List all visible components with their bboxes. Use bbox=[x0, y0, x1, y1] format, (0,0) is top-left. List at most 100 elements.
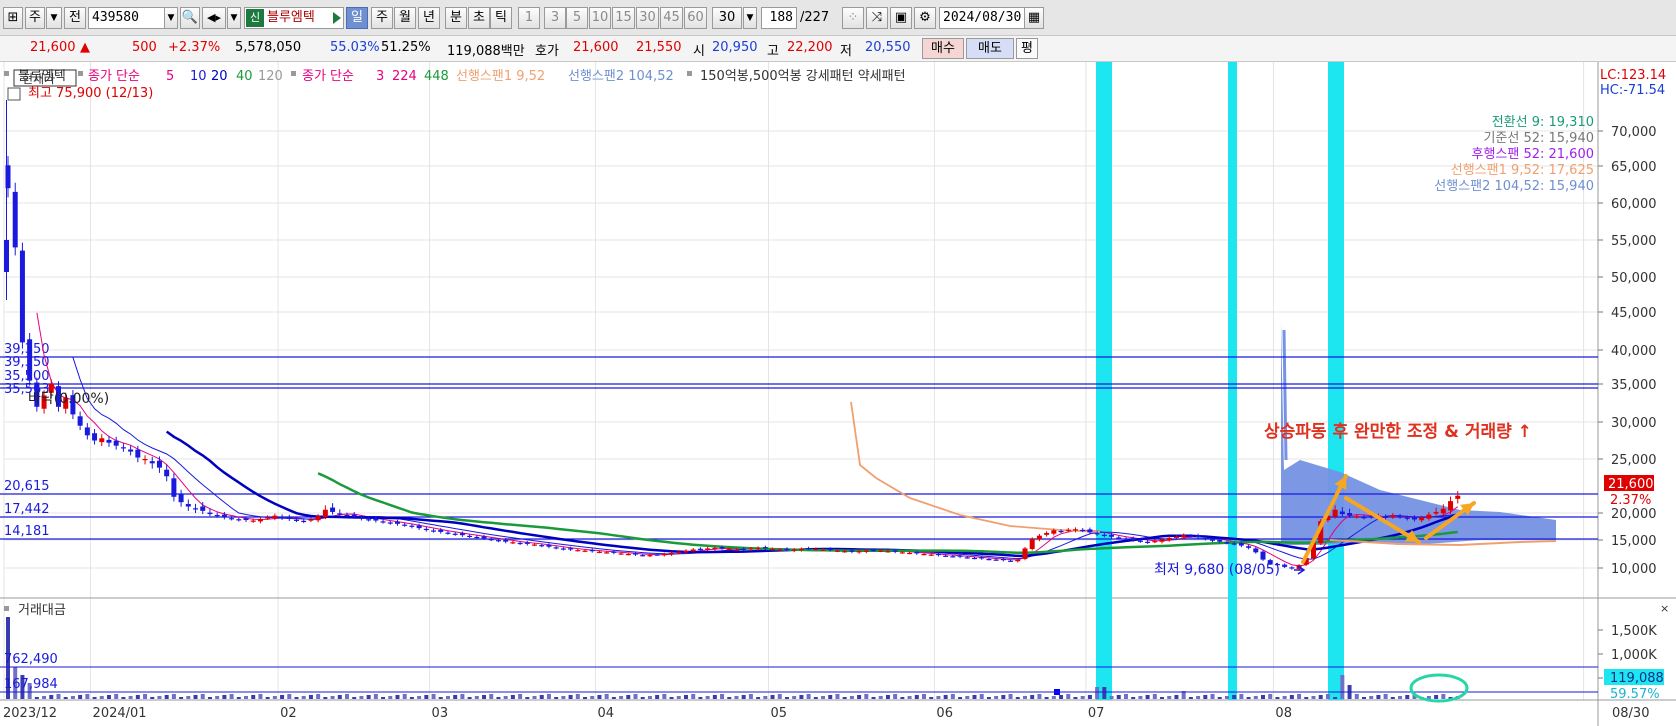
gear-icon[interactable]: ⚙ bbox=[914, 7, 936, 29]
volume-bar bbox=[1253, 696, 1258, 699]
period-type-select[interactable]: 주 bbox=[25, 7, 45, 29]
interval-tab-60[interactable]: 60 bbox=[684, 7, 707, 29]
period-tab-3[interactable]: 년 bbox=[418, 7, 440, 29]
candle-body bbox=[315, 516, 321, 521]
stock-code-input[interactable]: 439580 bbox=[88, 7, 166, 29]
interval-dropdown-icon[interactable]: ▼ bbox=[743, 7, 757, 29]
legend-marker bbox=[291, 71, 296, 76]
period-tab-4[interactable]: 분 bbox=[445, 7, 467, 29]
stock-code-dropdown-icon[interactable]: ▼ bbox=[164, 7, 178, 29]
volume-bar bbox=[366, 695, 371, 699]
volume-bar bbox=[712, 695, 717, 699]
volume-bar bbox=[965, 696, 970, 699]
period-tab-6[interactable]: 틱 bbox=[490, 7, 512, 29]
interval-tab-15[interactable]: 15 bbox=[612, 7, 635, 29]
price-chart[interactable]: 39,35039,35035,50035,56320,61517,44214,1… bbox=[0, 62, 1676, 726]
period-tab-5[interactable]: 초 bbox=[468, 7, 490, 29]
period-type-dropdown-icon[interactable]: ▼ bbox=[46, 7, 62, 29]
interval-tab-10[interactable]: 10 bbox=[589, 7, 611, 29]
volume-bar bbox=[1138, 696, 1143, 699]
candle-body bbox=[834, 550, 840, 552]
period-tab-2[interactable]: 월 bbox=[394, 7, 416, 29]
layout-icon[interactable]: ⊞ bbox=[3, 7, 23, 29]
volume-bar bbox=[236, 697, 241, 699]
candle-body bbox=[286, 516, 292, 519]
candle-body bbox=[986, 559, 992, 561]
interval-tab-30[interactable]: 30 bbox=[636, 7, 659, 29]
prev-button[interactable]: 전 bbox=[64, 7, 86, 29]
volume-bar bbox=[575, 694, 580, 699]
volume-y-tick-label: 1,000K bbox=[1611, 648, 1657, 663]
candle-body bbox=[431, 530, 437, 532]
eval-button[interactable]: 평 bbox=[1016, 38, 1038, 59]
interval-tab-1[interactable]: 1 bbox=[518, 7, 540, 29]
volume-bar bbox=[1297, 694, 1302, 699]
speaker-dropdown-icon[interactable]: ▼ bbox=[227, 7, 241, 29]
trend-icon[interactable]: ⤨ bbox=[866, 7, 888, 29]
current-price-tag: 현재가 bbox=[22, 72, 55, 86]
volume-bar bbox=[1361, 697, 1366, 699]
volume-bar bbox=[1311, 696, 1316, 699]
candle-body bbox=[1383, 516, 1389, 518]
volume-bar bbox=[799, 695, 804, 699]
calendar-small-icon bbox=[7, 87, 21, 101]
volume-bar bbox=[503, 696, 508, 699]
period-tab-0[interactable]: 일 bbox=[346, 7, 368, 29]
volume-bar bbox=[287, 694, 292, 699]
volume-bar bbox=[1102, 687, 1107, 699]
high-label: 고 bbox=[767, 44, 779, 59]
volume-bar bbox=[900, 697, 905, 699]
candle-body bbox=[1000, 558, 1006, 561]
volume-bar bbox=[633, 694, 638, 699]
candle-body bbox=[539, 545, 545, 547]
volume-bar bbox=[1051, 696, 1056, 699]
volume-bar bbox=[1059, 695, 1064, 699]
volume-bar bbox=[215, 696, 220, 699]
volume-bar bbox=[647, 696, 652, 699]
candle-body bbox=[907, 552, 913, 555]
volume-bar bbox=[453, 695, 458, 699]
span1-label: 선행스팬1 9,52 bbox=[456, 68, 545, 84]
stock-name-box[interactable]: 신 블루엠텍 bbox=[244, 7, 344, 29]
candle-body bbox=[1044, 532, 1050, 535]
y-tick-label: 25,000 bbox=[1611, 453, 1657, 468]
low-value: 20,550 bbox=[865, 40, 911, 55]
volume-bar bbox=[1217, 697, 1222, 699]
volume-bar bbox=[1304, 697, 1309, 699]
volume-y-tick-label: 1,500K bbox=[1611, 624, 1657, 639]
volume-bar bbox=[431, 694, 436, 699]
candle-body bbox=[777, 549, 783, 551]
candle-body bbox=[827, 548, 833, 551]
ma-period: 20 bbox=[211, 69, 228, 84]
volume-bar bbox=[1037, 694, 1042, 699]
interval-tab-3[interactable]: 3 bbox=[544, 7, 566, 29]
speaker-icon[interactable]: ◀▸ bbox=[202, 7, 226, 29]
buy-button[interactable]: 매수 bbox=[922, 38, 964, 59]
crosshair-icon[interactable]: ⁘ bbox=[842, 7, 864, 29]
candle-body bbox=[928, 554, 934, 556]
interval-tab-45[interactable]: 45 bbox=[660, 7, 683, 29]
change-value: 500 bbox=[132, 40, 157, 55]
search-icon[interactable]: 🔍 bbox=[180, 7, 200, 29]
interval-tab-5[interactable]: 5 bbox=[566, 7, 588, 29]
candle-body bbox=[943, 555, 949, 557]
candle-body bbox=[784, 548, 790, 551]
volume-bar bbox=[922, 694, 927, 699]
max-price-label: 최고 75,900 (12/13) bbox=[28, 86, 153, 101]
calendar-icon[interactable]: ▦ bbox=[1024, 7, 1044, 29]
interval-value[interactable]: 30 bbox=[712, 7, 742, 29]
count-input[interactable]: 188 bbox=[761, 7, 797, 29]
volume-bar bbox=[143, 694, 148, 699]
candle-body bbox=[1130, 538, 1136, 540]
sell-button[interactable]: 매도 bbox=[966, 38, 1014, 59]
period-tab-1[interactable]: 주 bbox=[371, 7, 393, 29]
y-tick-label: 50,000 bbox=[1611, 271, 1657, 286]
volume-bar bbox=[482, 695, 487, 699]
save-icon[interactable]: ▣ bbox=[890, 7, 912, 29]
volume-bar bbox=[871, 697, 876, 699]
x-tick-label: 05 bbox=[771, 706, 788, 721]
volume-bar bbox=[1239, 694, 1244, 699]
candle-body bbox=[92, 433, 98, 441]
volume-bar bbox=[460, 694, 465, 699]
date-input[interactable]: 2024/08/30 bbox=[939, 7, 1027, 29]
